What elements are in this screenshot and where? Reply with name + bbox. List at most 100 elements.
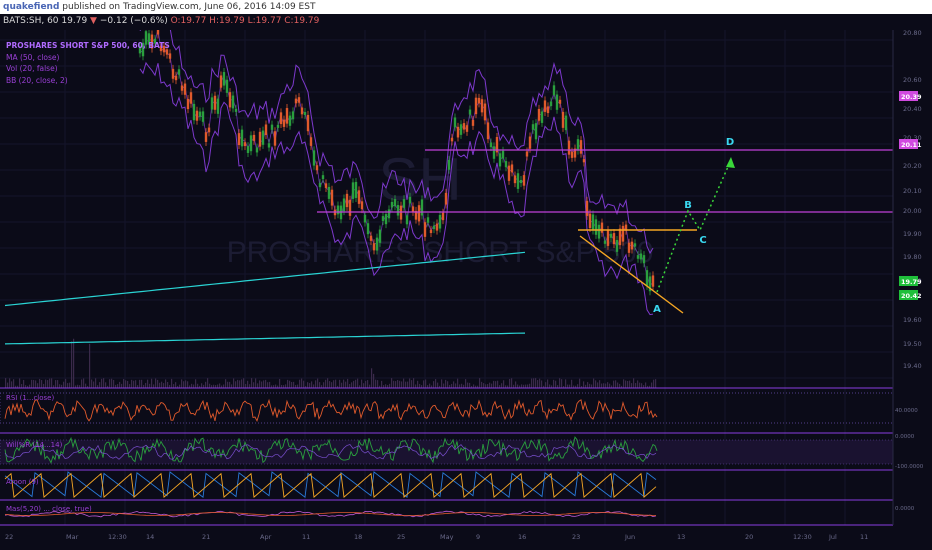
ohlc-values: O:19.77 H:19.79 L:19.77 C:19.79 xyxy=(170,16,320,26)
candle-body xyxy=(231,95,235,109)
candle-body xyxy=(447,159,451,170)
volume-bar xyxy=(351,382,353,388)
volume-bar xyxy=(315,380,317,388)
candle-body xyxy=(186,98,190,110)
volume-bar xyxy=(433,381,435,388)
volume-bar xyxy=(93,381,95,388)
oscillator-tick: 0.0000 xyxy=(895,434,915,440)
candle-body xyxy=(201,111,205,122)
candle-body xyxy=(330,189,334,206)
volume-bar xyxy=(605,383,607,388)
symbol-label: BATS:SH, 60 xyxy=(3,16,59,26)
volume-bar xyxy=(265,379,267,388)
volume-bar xyxy=(147,379,149,388)
candle-body xyxy=(522,175,526,186)
candle-body xyxy=(480,99,484,113)
candle-body xyxy=(252,134,256,141)
candle-body xyxy=(237,133,241,146)
candle-body xyxy=(561,111,565,128)
volume-bar xyxy=(457,378,459,388)
volume-bar xyxy=(173,384,175,388)
volume-bar xyxy=(131,379,133,388)
candle-body xyxy=(195,110,199,121)
volume-bar xyxy=(415,384,417,388)
volume-bar xyxy=(495,381,497,388)
candle-body xyxy=(606,229,610,246)
volume-bar xyxy=(207,378,209,388)
volume-bar xyxy=(71,341,73,388)
candle-body xyxy=(381,216,385,221)
legend-title[interactable]: PROSHARES SHORT S&P 500, 60, BATS xyxy=(6,40,170,52)
volume-bar xyxy=(565,379,567,388)
volume-bar xyxy=(377,380,379,388)
price-tick: 19.90 xyxy=(903,230,922,238)
candle-body xyxy=(474,97,478,115)
volume-bar xyxy=(167,381,169,388)
volume-bar xyxy=(349,384,351,388)
candle-body xyxy=(651,275,655,287)
candle-body xyxy=(216,98,220,114)
legend-ma[interactable]: MA (50, close) xyxy=(6,52,170,64)
time-tick: Apr xyxy=(260,533,272,541)
time-tick: 22 xyxy=(5,533,13,541)
author-link[interactable]: quakefiend xyxy=(3,2,59,12)
volume-bar xyxy=(401,381,403,388)
candle-body xyxy=(183,83,187,95)
volume-bar xyxy=(83,378,85,388)
candle-body xyxy=(546,106,550,114)
price-tick: 20.20 xyxy=(903,162,922,170)
volume-bar xyxy=(491,383,493,388)
candle-body xyxy=(471,119,475,126)
volume-bar xyxy=(57,380,59,388)
volume-bar xyxy=(413,378,415,388)
volume-bar xyxy=(363,383,365,388)
candle-body xyxy=(408,196,412,204)
candle-body xyxy=(417,205,421,222)
volume-bar xyxy=(459,384,461,388)
volume-bar xyxy=(151,378,153,388)
volume-bar xyxy=(91,379,93,388)
candle-body xyxy=(543,100,547,112)
volume-bar xyxy=(653,379,655,388)
candle-body xyxy=(450,137,454,142)
price-tick: 19.40 xyxy=(903,362,922,370)
time-tick: 14 xyxy=(146,533,154,541)
volume-bar xyxy=(453,381,455,388)
volume-bar xyxy=(47,380,49,388)
legend-vol[interactable]: Vol (20, false) xyxy=(6,63,170,75)
volume-bar xyxy=(479,378,481,388)
candle-body xyxy=(609,233,613,238)
volume-bar xyxy=(597,382,599,388)
volume-bar xyxy=(465,379,467,388)
volume-bar xyxy=(441,379,443,388)
volume-bar xyxy=(175,382,177,388)
candle-body xyxy=(534,123,538,140)
volume-bar xyxy=(553,379,555,388)
volume-bar xyxy=(589,383,591,388)
volume-bar xyxy=(521,384,523,388)
candle-body xyxy=(198,111,202,117)
volume-bar xyxy=(55,380,57,388)
candle-body xyxy=(318,182,322,188)
volume-bar xyxy=(655,379,657,388)
volume-bar xyxy=(105,382,107,388)
volume-bar xyxy=(517,384,519,388)
volume-bar xyxy=(247,380,249,388)
price-badge-label: 19.79 xyxy=(901,278,922,286)
volume-bar xyxy=(567,384,569,388)
volume-bar xyxy=(429,383,431,388)
legend-bb[interactable]: BB (20, close, 2) xyxy=(6,75,170,87)
price-tick: 19.50 xyxy=(903,340,922,348)
volume-bar xyxy=(251,378,253,388)
volume-bar xyxy=(45,379,47,388)
candle-body xyxy=(309,137,313,146)
candle-body xyxy=(579,140,583,154)
volume-bar xyxy=(245,384,247,388)
volume-bar xyxy=(599,380,601,388)
volume-bar xyxy=(469,382,471,388)
volume-bar xyxy=(19,378,21,388)
volume-bar xyxy=(139,379,141,388)
volume-bar xyxy=(615,380,617,388)
volume-bar xyxy=(21,384,23,388)
volume-bar xyxy=(365,380,367,388)
